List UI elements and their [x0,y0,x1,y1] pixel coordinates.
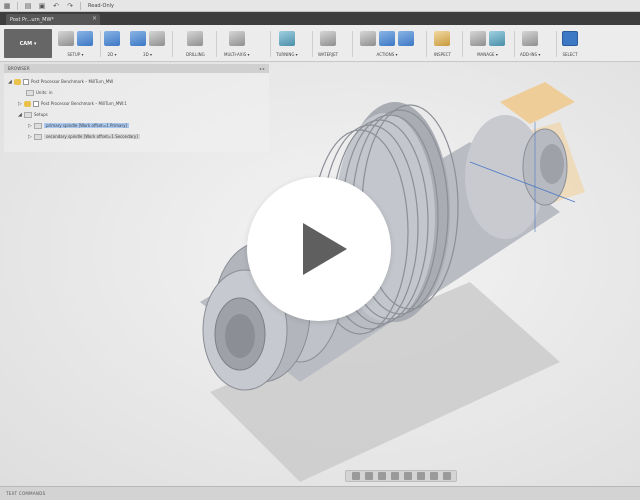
pan-icon[interactable] [377,472,386,480]
zoom-icon[interactable] [390,472,399,480]
select-icon [562,30,578,46]
setup-icon [34,133,42,140]
multi-axis-group[interactable]: MULTI-AXIS ▾ [224,28,250,61]
checkbox-icon[interactable] [23,78,29,85]
template-library-icon [489,30,505,46]
waterjet-icon [320,30,337,46]
light-bulb-icon[interactable] [14,78,21,85]
save-icon[interactable]: ▣ [35,1,49,11]
tree-item-document[interactable]: ◢ Post Processor Benchmark – MillTurn_MW [8,77,113,86]
ribbon-toolbar: CAM ▾ SETUP ▾ 2D ▾ 3D ▾ DRILLING MULTI-A… [0,25,640,62]
document-tab-title: Post Pr...urn_MW* [10,16,54,23]
workspace-switcher-button[interactable]: CAM ▾ [4,29,52,58]
text-commands-bar[interactable]: TEXT COMMANDS [0,486,640,500]
viewport-navigation-bar [345,470,457,482]
3d-group[interactable]: 3D ▾ [130,28,165,61]
file-icon[interactable]: ▤ [21,1,35,11]
tree-item-units[interactable]: Units: in [26,88,53,97]
display-settings-icon[interactable] [416,472,425,480]
turning-icon [278,30,295,46]
waterjet-group[interactable]: WATERJET [318,28,338,61]
tree-item-setups[interactable]: ◢ Setups [18,110,48,119]
light-bulb-icon[interactable] [24,100,31,107]
checkbox-icon[interactable] [33,100,39,107]
setup-sheet-icon [398,30,414,46]
simulate-icon [360,30,376,46]
setups-folder-icon [24,111,32,118]
setup-group[interactable]: SETUP ▾ [58,28,93,61]
3d-pocket-icon [149,30,165,46]
drilling-group[interactable]: DRILLING [186,28,205,61]
orbit-icon[interactable] [351,472,360,480]
2d-adaptive-icon [104,30,120,46]
select-group[interactable]: SELECT [562,28,578,61]
post-process-icon [379,30,395,46]
manage-group[interactable]: MANAGE ▾ [470,28,505,61]
2d-group[interactable]: 2D ▾ [104,28,120,61]
grid-menu-icon[interactable]: ▦ [0,1,14,11]
drill-icon [187,30,204,46]
setup-icon [58,30,74,46]
inspect-group[interactable]: INSPECT [434,28,451,61]
collapse-panel-icon[interactable]: ◂ ▸ [259,66,265,71]
read-only-label: Read-Only [88,2,114,9]
grid-settings-icon[interactable] [429,472,438,480]
viewports-icon[interactable] [442,472,451,480]
setup-icon [34,122,42,129]
browser-header[interactable]: BROWSER ◂ ▸ [4,64,269,73]
tree-item-secondary-spindle[interactable]: ▷ secondary spindle [Work offset=1 Secon… [28,132,140,141]
document-tab-bar: Post Pr...urn_MW* × [0,12,640,25]
tree-item-primary-spindle[interactable]: ▷ primary spindle [Work offset=1 Primary… [28,121,130,130]
add-ins-group[interactable]: ADD-INS ▾ [520,28,540,61]
close-icon[interactable]: × [92,15,97,22]
document-tab[interactable]: Post Pr...urn_MW* × [6,14,100,25]
3d-adaptive-icon [130,30,146,46]
measure-icon [434,30,451,46]
actions-group[interactable]: ACTIONS ▾ [360,28,414,61]
redo-icon[interactable]: ↷ [63,1,77,11]
tree-item-component[interactable]: ▷ Post Processor Benchmark – MillTurn_MW… [18,99,127,108]
look-at-icon[interactable] [364,472,373,480]
play-button[interactable] [247,177,391,321]
play-icon [303,223,347,275]
app-titlebar: ▦ ▤ ▣ ↶ ↷ Read-Only [0,0,640,12]
fit-icon[interactable] [403,472,412,480]
new-setup-icon [77,30,93,46]
units-icon [26,89,34,96]
browser-panel: BROWSER ◂ ▸ ◢ Post Processor Benchmark –… [4,64,269,152]
tool-library-icon [470,30,486,46]
multi-axis-icon [228,30,245,46]
undo-icon[interactable]: ↶ [49,1,63,11]
add-ins-icon [522,30,539,46]
turning-group[interactable]: TURNING ▾ [276,28,298,61]
